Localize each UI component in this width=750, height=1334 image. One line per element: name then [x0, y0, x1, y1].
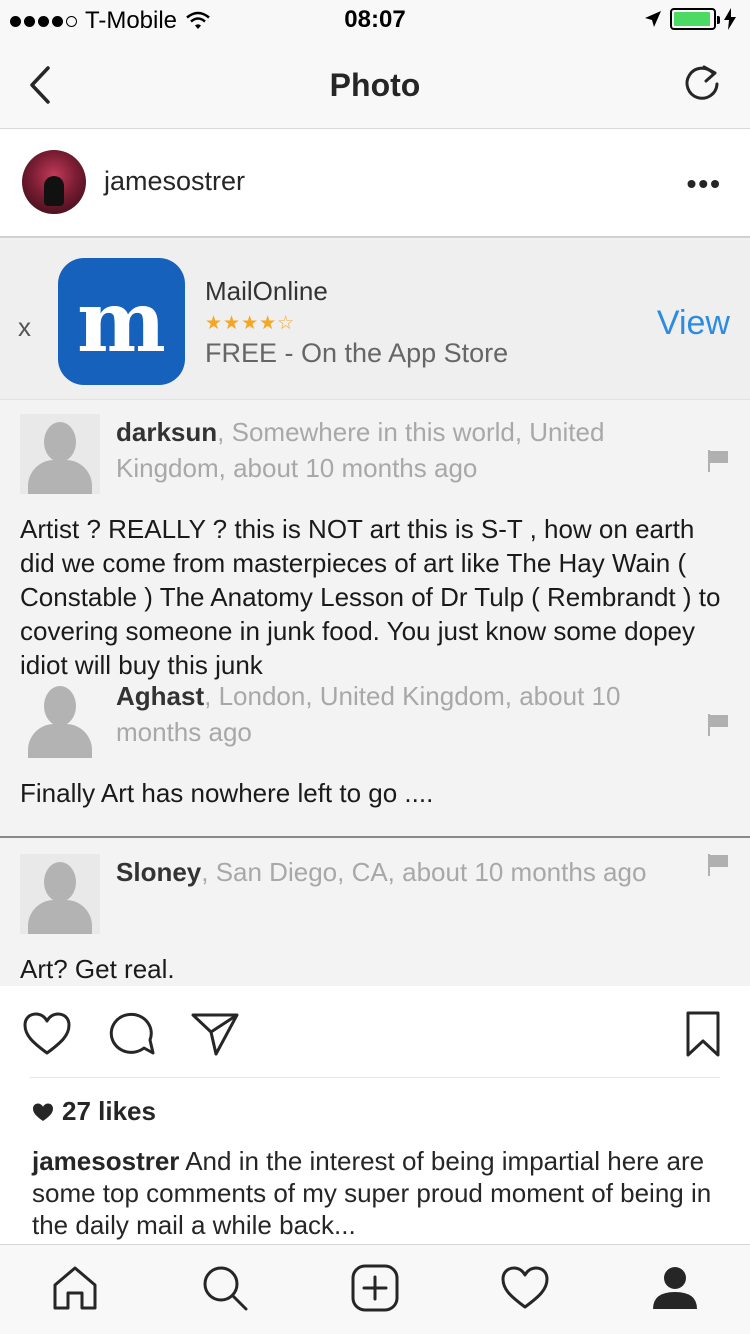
bookmark-icon[interactable]: [678, 1010, 728, 1058]
comment-author: Sloney: [116, 857, 202, 887]
post-header: jamesostrer •••: [0, 130, 750, 236]
likes-count[interactable]: 27 likes: [32, 1096, 156, 1127]
add-icon[interactable]: [350, 1263, 400, 1313]
location-icon: [645, 11, 661, 27]
comment-body: Art? Get real.: [20, 954, 175, 984]
caption-username[interactable]: jamesostrer: [32, 1146, 179, 1176]
flag-icon: [708, 714, 728, 736]
flag-icon: [708, 854, 728, 876]
share-icon[interactable]: [190, 1010, 240, 1058]
refresh-icon[interactable]: [680, 62, 724, 106]
battery-icon: [670, 8, 720, 30]
comment-body: Finally Art has nowhere left to go ....: [20, 778, 434, 808]
search-icon[interactable]: [200, 1263, 250, 1313]
comment-author: darksun: [116, 417, 218, 447]
status-time: 08:07: [344, 6, 406, 33]
heart-icon[interactable]: [22, 1010, 72, 1058]
actions-divider: [30, 1077, 720, 1078]
tab-bar: [0, 1244, 750, 1334]
avatar[interactable]: [22, 150, 86, 214]
post-actions: [0, 986, 750, 1078]
battery-level: [674, 12, 711, 26]
comments-screenshot: darksun, Somewhere in this world, United…: [0, 400, 750, 986]
ad-view-button[interactable]: View: [657, 304, 730, 343]
comment-icon[interactable]: [106, 1010, 156, 1058]
post-photo: x m MailOnline ★★★★☆ FREE - On the App S…: [0, 236, 750, 986]
comment-header: Sloney, San Diego, CA, about 10 months a…: [116, 854, 716, 890]
commenter-avatar-icon: [20, 414, 100, 494]
page-title: Photo: [329, 67, 421, 103]
status-right: [644, 8, 736, 30]
home-icon[interactable]: [50, 1263, 100, 1313]
small-heart-icon: [33, 1103, 53, 1121]
comment-header: darksun, Somewhere in this world, United…: [116, 414, 676, 486]
flag-icon: [708, 450, 728, 472]
comment-meta: , San Diego, CA, about 10 months ago: [201, 857, 647, 887]
charging-icon: [724, 8, 736, 30]
activity-icon[interactable]: [500, 1263, 550, 1313]
nav-bar: Photo: [0, 40, 750, 129]
close-ad-button[interactable]: x: [18, 312, 31, 343]
ad-subtitle: FREE - On the App Store: [205, 338, 509, 368]
app-banner-ad: x m MailOnline ★★★★☆ FREE - On the App S…: [0, 240, 750, 400]
commenter-avatar-icon: [20, 854, 100, 934]
comment-divider: [0, 836, 750, 838]
rating-stars-icon: ★★★★☆: [205, 313, 296, 334]
post-caption: jamesostrer And in the interest of being…: [32, 1145, 722, 1241]
profile-icon[interactable]: [650, 1263, 700, 1313]
commenter-avatar-icon: [20, 678, 100, 758]
comment-body: Artist ? REALLY ? this is NOT art this i…: [20, 514, 721, 680]
ad-title: MailOnline: [205, 276, 328, 306]
comment-author: Aghast: [116, 681, 205, 711]
comment-header: Aghast, London, United Kingdom, about 10…: [116, 678, 686, 750]
post-username[interactable]: jamesostrer: [104, 166, 245, 197]
more-options-button[interactable]: •••: [687, 168, 722, 200]
likes-text: 27 likes: [62, 1096, 156, 1126]
status-bar: T-Mobile 08:07: [0, 0, 750, 40]
mailonline-app-icon: m: [58, 258, 185, 385]
